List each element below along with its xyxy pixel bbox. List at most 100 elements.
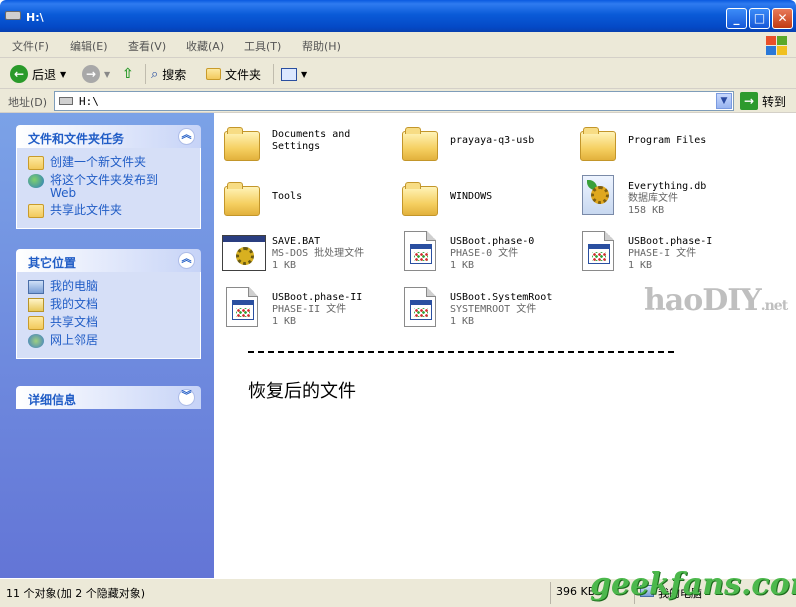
- new-folder-icon: [28, 156, 44, 170]
- place-my-documents[interactable]: 我的文档: [17, 296, 200, 314]
- file-name: Tools: [272, 191, 303, 202]
- file-name: Program Files: [628, 135, 707, 146]
- menu-favorites[interactable]: 收藏(A): [186, 38, 224, 54]
- close-button[interactable]: ✕: [772, 8, 793, 29]
- system-file-icon: [404, 287, 436, 327]
- file-item[interactable]: prayaya-q3-usb: [394, 121, 564, 169]
- file-item[interactable]: Program Files: [572, 121, 742, 169]
- file-name: USBoot.phase-II: [272, 292, 363, 303]
- task-new-folder[interactable]: 创建一个新文件夹: [17, 154, 200, 172]
- menu-help[interactable]: 帮助(H): [302, 38, 341, 54]
- file-item[interactable]: USBoot.phase-0 PHASE-0 文件 1 KB: [394, 227, 564, 275]
- folders-label: 文件夹: [225, 67, 262, 82]
- details-panel: 详细信息 ︾: [16, 386, 201, 409]
- address-label: 地址(D): [8, 96, 48, 109]
- file-item[interactable]: Tools: [216, 176, 386, 224]
- back-dropdown-icon[interactable]: ▼: [60, 70, 66, 79]
- place-label: 我的电脑: [50, 279, 99, 293]
- maximize-button[interactable]: □: [749, 8, 770, 29]
- minimize-button[interactable]: _: [726, 8, 747, 29]
- menu-bar: 文件(F) 编辑(E) 查看(V) 收藏(A) 工具(T) 帮助(H): [0, 32, 796, 58]
- forward-arrow-icon: →: [82, 65, 100, 83]
- back-button[interactable]: ← 后退 ▼: [10, 63, 66, 85]
- file-name: WINDOWS: [450, 191, 493, 202]
- network-places-icon: [28, 334, 44, 348]
- file-size: 1 KB: [628, 260, 653, 271]
- window-title: H:\: [26, 11, 44, 24]
- menu-edit[interactable]: 编辑(E): [70, 38, 108, 54]
- address-bar: 地址(D) H:\ ▼ → 转到: [0, 89, 796, 113]
- status-bar: 11 个对象(加 2 个隐藏对象) 396 KB 我的电脑 geekfans.c…: [0, 567, 796, 607]
- file-item[interactable]: SAVE.BAT MS-DOS 批处理文件 1 KB: [216, 227, 386, 275]
- file-item[interactable]: Everything.db 数据库文件 158 KB: [572, 171, 742, 219]
- my-documents-icon: [28, 298, 44, 312]
- collapse-chevron-icon[interactable]: ︽: [178, 128, 195, 145]
- file-item[interactable]: Documents and Settings: [216, 121, 386, 169]
- file-tasks-title: 文件和文件夹任务: [28, 132, 125, 146]
- go-button[interactable]: → 转到: [740, 92, 786, 110]
- file-item[interactable]: WINDOWS: [394, 176, 564, 224]
- folder-icon: [224, 127, 260, 161]
- expand-chevron-icon[interactable]: ︾: [178, 389, 195, 406]
- search-button[interactable]: ⌕ 搜索: [151, 63, 186, 85]
- publish-web-icon: [28, 174, 44, 188]
- go-arrow-icon: →: [740, 92, 758, 110]
- forward-button[interactable]: → ▼: [82, 63, 110, 85]
- up-button[interactable]: ⇧: [122, 63, 134, 85]
- details-title: 详细信息: [28, 393, 77, 407]
- status-object-count: 11 个对象(加 2 个隐藏对象): [6, 587, 146, 600]
- task-share-folder[interactable]: 共享此文件夹: [17, 202, 200, 220]
- status-separator: [550, 582, 551, 604]
- views-button[interactable]: ▼: [281, 63, 307, 85]
- other-places-header[interactable]: 其它位置 ︽: [16, 249, 201, 272]
- toolbar-separator: [145, 64, 146, 84]
- task-label: 创建一个新文件夹: [50, 155, 147, 169]
- drive-icon: [5, 11, 21, 20]
- folders-button[interactable]: 文件夹: [206, 63, 261, 85]
- task-pane: 文件和文件夹任务 ︽ 创建一个新文件夹 将这个文件夹发布到 Web 共享此文件夹: [0, 113, 214, 578]
- other-places-title: 其它位置: [28, 256, 77, 270]
- menu-file[interactable]: 文件(F): [12, 38, 49, 54]
- file-item[interactable]: USBoot.SystemRoot SYSTEMROOT 文件 1 KB: [394, 283, 564, 331]
- views-icon: [281, 67, 297, 81]
- drive-icon: [59, 97, 73, 105]
- forward-dropdown-icon[interactable]: ▼: [104, 70, 110, 79]
- annotation-text: 恢复后的文件: [248, 381, 356, 402]
- go-label: 转到: [762, 94, 787, 109]
- folder-icon: [224, 182, 260, 216]
- place-label: 我的文档: [50, 297, 99, 311]
- up-folder-icon: ⇧: [122, 66, 134, 82]
- file-type: SYSTEMROOT 文件: [450, 304, 537, 315]
- file-tasks-panel: 文件和文件夹任务 ︽ 创建一个新文件夹 将这个文件夹发布到 Web 共享此文件夹: [16, 125, 201, 229]
- other-places-panel: 其它位置 ︽ 我的电脑 我的文档 共享文档 网上邻居: [16, 249, 201, 359]
- menu-view[interactable]: 查看(V): [128, 38, 166, 54]
- file-size: 1 KB: [450, 260, 475, 271]
- file-name: prayaya-q3-usb: [450, 135, 535, 146]
- title-bar: H:\ _ □ ✕: [0, 0, 796, 32]
- file-name: SAVE.BAT: [272, 236, 321, 247]
- place-my-computer[interactable]: 我的电脑: [17, 278, 200, 296]
- file-item[interactable]: USBoot.phase-I PHASE-I 文件 1 KB: [572, 227, 742, 275]
- system-file-icon: [582, 231, 614, 271]
- file-name: USBoot.phase-I: [628, 236, 713, 247]
- task-label: Web: [50, 186, 77, 200]
- place-shared-documents[interactable]: 共享文档: [17, 314, 200, 332]
- file-item[interactable]: USBoot.phase-II PHASE-II 文件 1 KB: [216, 283, 386, 331]
- task-publish-web[interactable]: 将这个文件夹发布到 Web: [17, 172, 200, 202]
- address-input[interactable]: H:\ ▼: [54, 91, 734, 111]
- file-type: PHASE-0 文件: [450, 248, 519, 259]
- place-network[interactable]: 网上邻居: [17, 332, 200, 350]
- batch-file-icon: [222, 235, 266, 271]
- folder-icon: [402, 182, 438, 216]
- back-label: 后退: [32, 67, 57, 82]
- address-value: H:\: [79, 95, 99, 108]
- file-tasks-header[interactable]: 文件和文件夹任务 ︽: [16, 125, 201, 148]
- menu-tools[interactable]: 工具(T): [244, 38, 281, 54]
- details-header[interactable]: 详细信息 ︾: [16, 386, 201, 409]
- file-type: PHASE-II 文件: [272, 304, 347, 315]
- collapse-chevron-icon[interactable]: ︽: [178, 252, 195, 269]
- address-dropdown-icon[interactable]: ▼: [716, 93, 732, 109]
- search-label: 搜索: [162, 67, 187, 82]
- share-folder-icon: [28, 204, 44, 218]
- folder-icon: [206, 68, 221, 80]
